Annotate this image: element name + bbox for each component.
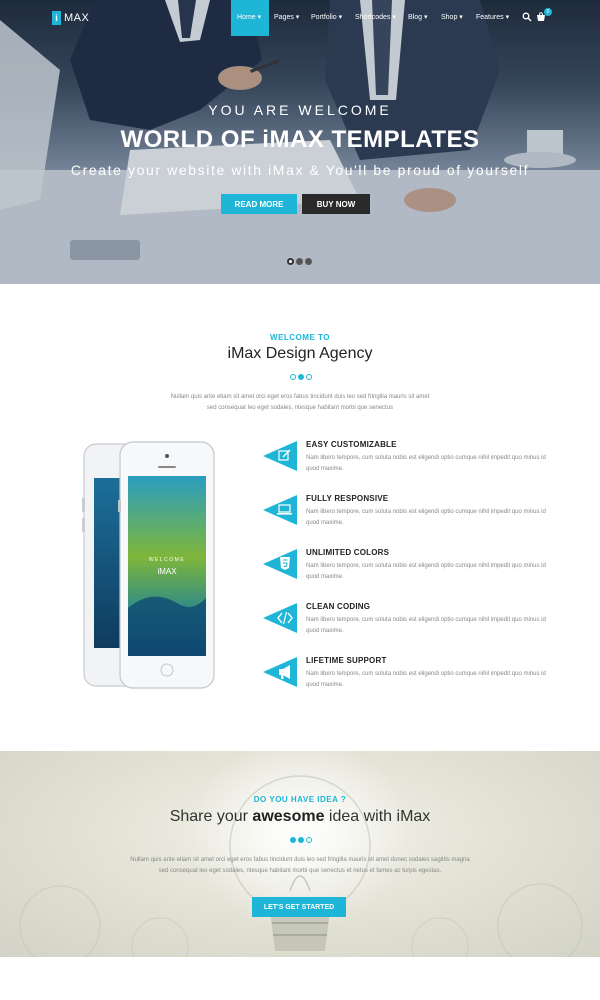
feature-desc-line: Nam libero tempore, cum soluta nobis est… <box>306 563 546 569</box>
phone-mockup: WELCOME iMAX <box>82 441 215 689</box>
feature-description: Nam libero tempore, cum soluta nobis est… <box>306 453 556 475</box>
feature-description: Nam libero tempore, cum soluta nobis est… <box>306 615 556 637</box>
feature-description: Nam libero tempore, cum soluta nobis est… <box>306 561 556 583</box>
slider-dot-2[interactable] <box>296 258 303 265</box>
navbar: i MAX Home ▾ Pages ▾ Portfolio ▾ Shortco… <box>0 0 600 36</box>
feature-desc-line: Nam libero tempore, cum soluta nobis est… <box>306 509 546 515</box>
feature-item: CLEAN CODING Nam libero tempore, cum sol… <box>263 602 563 646</box>
idea-section: DO YOU HAVE IDEA ? Share your awesome id… <box>0 751 600 957</box>
idea-eyebrow: DO YOU HAVE IDEA ? <box>253 795 347 804</box>
feature-title: CLEAN CODING <box>306 602 371 611</box>
idea-description: Nullam quis ante etiam sit amet orci ege… <box>80 855 520 877</box>
feature-desc-line: quod maxime. <box>306 682 344 688</box>
nav-item-shop[interactable]: Shop ▾ <box>441 13 463 21</box>
welcome-title: iMax Design Agency <box>227 345 373 362</box>
welcome-text-line-1: Nullam quis ante etiam sit amet orci ege… <box>170 394 430 400</box>
welcome-eyebrow: WELCOME TO <box>270 333 330 342</box>
hero-welcome-text: YOU ARE WELCOME <box>208 102 392 118</box>
hero-title: WORLD OF iMAX TEMPLATES <box>120 126 480 153</box>
sep-dot <box>290 837 296 843</box>
idea-separator <box>290 837 312 843</box>
idea-title-bold: awesome <box>252 808 325 825</box>
slider-pagination <box>287 258 312 265</box>
sep-dot <box>298 374 304 380</box>
nav-item-features[interactable]: Features ▾ <box>476 13 509 21</box>
feature-desc-line: Nam libero tempore, cum soluta nobis est… <box>306 617 546 623</box>
feature-title: LIFETIME SUPPORT <box>306 656 387 665</box>
megaphone-icon <box>263 657 297 687</box>
idea-title: Share your awesome idea with iMax <box>0 808 600 826</box>
logo-badge: i <box>52 11 61 25</box>
feature-description: Nam libero tempore, cum soluta nobis est… <box>306 669 556 691</box>
get-started-button[interactable]: LET'S GET STARTED <box>252 897 346 917</box>
nav-item-blog[interactable]: Blog ▾ <box>408 13 427 21</box>
search-icon[interactable] <box>522 12 532 22</box>
sep-dot <box>306 837 312 843</box>
edit-icon <box>263 441 297 471</box>
laptop-icon <box>263 495 297 525</box>
idea-text-line-2: sed consequat leo eget sodales, ntesque … <box>158 868 442 874</box>
nav-item-home[interactable]: Home ▾ <box>237 13 261 21</box>
feature-title: UNLIMITED COLORS <box>306 548 390 557</box>
idea-title-post: idea with iMax <box>324 808 431 825</box>
code-icon <box>263 603 297 633</box>
html5-icon <box>263 549 297 579</box>
phone-screen-welcome: WELCOME <box>149 557 185 563</box>
feature-desc-line: quod maxime. <box>306 466 344 472</box>
feature-title: EASY CUSTOMIZABLE <box>306 440 397 449</box>
feature-desc-line: Nam libero tempore, cum soluta nobis est… <box>306 671 546 677</box>
hero-subtitle: Create your website with iMax & You'll b… <box>70 162 530 178</box>
cart-count-badge: 0 <box>544 8 552 16</box>
lightbulb-background <box>19 751 583 957</box>
sep-dot <box>290 374 296 380</box>
idea-text-line-1: Nullam quis ante etiam sit amet orci ege… <box>130 857 470 863</box>
logo-text: MAX <box>64 12 90 24</box>
feature-desc-line: quod maxime. <box>306 628 344 634</box>
feature-item: LIFETIME SUPPORT Nam libero tempore, cum… <box>263 656 563 700</box>
welcome-text-line-2: sed consequat leo eget sodales, ntesque … <box>206 405 394 411</box>
nav-item-shortcodes[interactable]: Shortcodes ▾ <box>355 13 396 21</box>
feature-desc-line: quod maxime. <box>306 574 344 580</box>
feature-desc-line: Nam libero tempore, cum soluta nobis est… <box>306 455 546 461</box>
buy-now-button[interactable]: BUY NOW <box>302 194 370 214</box>
feature-item: UNLIMITED COLORS Nam libero tempore, cum… <box>263 548 563 592</box>
feature-item: FULLY RESPONSIVE Nam libero tempore, cum… <box>263 494 563 538</box>
welcome-description: Nullam quis ante etiam sit amet orci ege… <box>100 392 500 414</box>
phone-screen-logo: iMAX <box>157 567 177 576</box>
nav-item-pages[interactable]: Pages ▾ <box>274 13 299 21</box>
feature-description: Nam libero tempore, cum soluta nobis est… <box>306 507 556 529</box>
read-more-button[interactable]: READ MORE <box>221 194 297 214</box>
feature-desc-line: quod maxime. <box>306 520 344 526</box>
nav-item-portfolio[interactable]: Portfolio ▾ <box>311 13 342 21</box>
logo[interactable]: i MAX <box>52 11 89 25</box>
slider-dot-1[interactable] <box>287 258 294 265</box>
slider-dot-3[interactable] <box>305 258 312 265</box>
feature-title: FULLY RESPONSIVE <box>306 494 389 503</box>
sep-dot <box>306 374 312 380</box>
idea-title-pre: Share your <box>169 808 253 825</box>
welcome-separator <box>290 374 312 380</box>
feature-item: EASY CUSTOMIZABLE Nam libero tempore, cu… <box>263 440 563 484</box>
sep-dot <box>298 837 304 843</box>
